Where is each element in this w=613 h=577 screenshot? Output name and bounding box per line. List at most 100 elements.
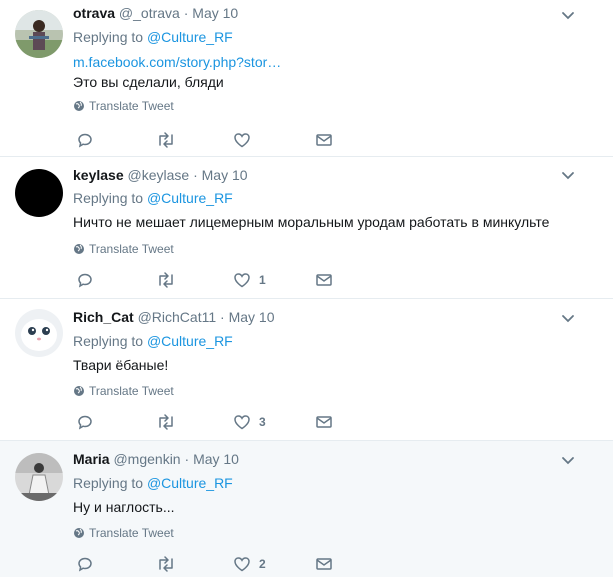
- replying-to: Replying to @Culture_RF: [73, 188, 233, 208]
- mention-link[interactable]: @Culture_RF: [147, 29, 233, 45]
- envelope-icon: [316, 416, 332, 428]
- replying-prefix: Replying to: [73, 190, 144, 206]
- tweet-4[interactable]: Maria @mgenkin · May 10 Replying to @Cul…: [0, 441, 613, 577]
- chevron-down-icon[interactable]: [561, 456, 575, 466]
- reply-button[interactable]: [77, 130, 93, 150]
- message-button[interactable]: [315, 130, 333, 150]
- like-count: 3: [259, 415, 266, 429]
- replying-prefix: Replying to: [73, 475, 144, 491]
- globe-icon: [74, 244, 84, 254]
- tweet-header: Maria @mgenkin · May 10: [73, 450, 239, 468]
- retweet-button[interactable]: [156, 270, 176, 290]
- mention-link[interactable]: @Culture_RF: [147, 190, 233, 206]
- envelope-icon: [316, 274, 332, 286]
- avatar[interactable]: [15, 453, 63, 501]
- separator: ·: [193, 167, 198, 183]
- translate-tweet[interactable]: Translate Tweet: [73, 525, 174, 541]
- tweet-actions: 3: [73, 412, 373, 432]
- heart-icon: [234, 273, 250, 288]
- heart-icon: [234, 133, 250, 148]
- user-name[interactable]: Maria: [73, 451, 110, 467]
- tweet-date[interactable]: May 10: [192, 5, 238, 21]
- reply-button[interactable]: [77, 412, 93, 432]
- translate-label: Translate Tweet: [89, 99, 174, 113]
- avatar[interactable]: [15, 10, 63, 58]
- user-name[interactable]: Rich_Cat: [73, 309, 134, 325]
- user-handle[interactable]: @RichCat11: [138, 309, 217, 325]
- avatar[interactable]: [15, 169, 63, 217]
- translate-label: Translate Tweet: [89, 242, 174, 256]
- like-button[interactable]: 1: [233, 270, 266, 290]
- tweet-2[interactable]: keylase @keylase · May 10 Replying to @C…: [0, 157, 613, 299]
- reply-button[interactable]: [77, 270, 93, 290]
- user-handle[interactable]: @keylase: [128, 167, 190, 183]
- tweet-text: Твари ёбаные!: [73, 357, 169, 373]
- translate-label: Translate Tweet: [89, 384, 174, 398]
- tweet-header: otrava @_otrava · May 10: [73, 4, 238, 22]
- tweet-1[interactable]: otrava @_otrava · May 10 Replying to @Cu…: [0, 0, 613, 157]
- globe-icon: [74, 528, 84, 538]
- separator: ·: [184, 451, 190, 467]
- user-handle[interactable]: @mgenkin: [113, 451, 180, 467]
- tweet-3[interactable]: Rich_Cat @RichCat11 · May 10 Replying to…: [0, 299, 613, 441]
- user-handle[interactable]: @_otrava: [119, 5, 180, 21]
- mention-link[interactable]: @Culture_RF: [147, 333, 233, 349]
- globe-icon: [74, 101, 84, 111]
- separator: ·: [183, 5, 189, 21]
- mention-link[interactable]: @Culture_RF: [147, 475, 233, 491]
- tweet-actions: 1: [73, 270, 373, 290]
- reply-icon: [78, 415, 92, 430]
- replying-to: Replying to @Culture_RF: [73, 331, 233, 351]
- like-button[interactable]: 2: [233, 554, 266, 574]
- tweet-header: keylase @keylase · May 10: [73, 166, 248, 184]
- heart-icon: [234, 557, 250, 572]
- retweet-button[interactable]: [156, 130, 176, 150]
- replying-to: Replying to @Culture_RF: [73, 27, 233, 47]
- translate-tweet[interactable]: Translate Tweet: [73, 383, 174, 399]
- user-name[interactable]: otrava: [73, 5, 115, 21]
- reply-icon: [78, 557, 92, 572]
- like-count: 1: [259, 273, 266, 287]
- reply-icon: [78, 273, 92, 288]
- translate-label: Translate Tweet: [89, 526, 174, 540]
- retweet-icon: [159, 414, 173, 430]
- reply-icon: [78, 133, 92, 148]
- chevron-down-icon[interactable]: [561, 171, 575, 181]
- tweet-date[interactable]: May 10: [193, 451, 239, 467]
- tweet-date[interactable]: May 10: [229, 309, 275, 325]
- user-name[interactable]: keylase: [73, 167, 124, 183]
- message-button[interactable]: [315, 554, 333, 574]
- message-button[interactable]: [315, 270, 333, 290]
- tweet-date[interactable]: May 10: [202, 167, 248, 183]
- avatar[interactable]: [15, 309, 63, 357]
- like-count: 2: [259, 557, 266, 571]
- chevron-down-icon[interactable]: [561, 314, 575, 324]
- heart-icon: [234, 415, 250, 430]
- replying-prefix: Replying to: [73, 333, 144, 349]
- avatar-image-otrava: [15, 10, 63, 58]
- message-button[interactable]: [315, 412, 333, 432]
- tweet-actions: 2: [73, 554, 373, 574]
- retweet-icon: [159, 272, 173, 288]
- like-button[interactable]: 3: [233, 412, 266, 432]
- replying-to: Replying to @Culture_RF: [73, 473, 233, 493]
- translate-tweet[interactable]: Translate Tweet: [73, 98, 174, 114]
- retweet-button[interactable]: [156, 554, 176, 574]
- reply-button[interactable]: [77, 554, 93, 574]
- tweet-text: Ничто не мешает лицемерным моральным уро…: [73, 214, 550, 230]
- avatar-image-keylase: [15, 169, 63, 217]
- envelope-icon: [316, 134, 332, 146]
- retweet-icon: [159, 132, 173, 148]
- translate-tweet[interactable]: Translate Tweet: [73, 241, 174, 257]
- tweet-header: Rich_Cat @RichCat11 · May 10: [73, 308, 275, 326]
- tweet-text: Это вы сделали, бляди: [73, 74, 224, 90]
- tweet-link[interactable]: m.facebook.com/story.php?stor…: [73, 54, 281, 70]
- like-button[interactable]: [233, 130, 259, 150]
- chevron-down-icon[interactable]: [561, 11, 575, 21]
- separator: ·: [220, 309, 225, 325]
- tweet-actions: [73, 130, 373, 150]
- replying-prefix: Replying to: [73, 29, 144, 45]
- retweet-button[interactable]: [156, 412, 176, 432]
- tweet-text: Ну и наглость...: [73, 499, 175, 515]
- avatar-image-maria: [15, 453, 63, 501]
